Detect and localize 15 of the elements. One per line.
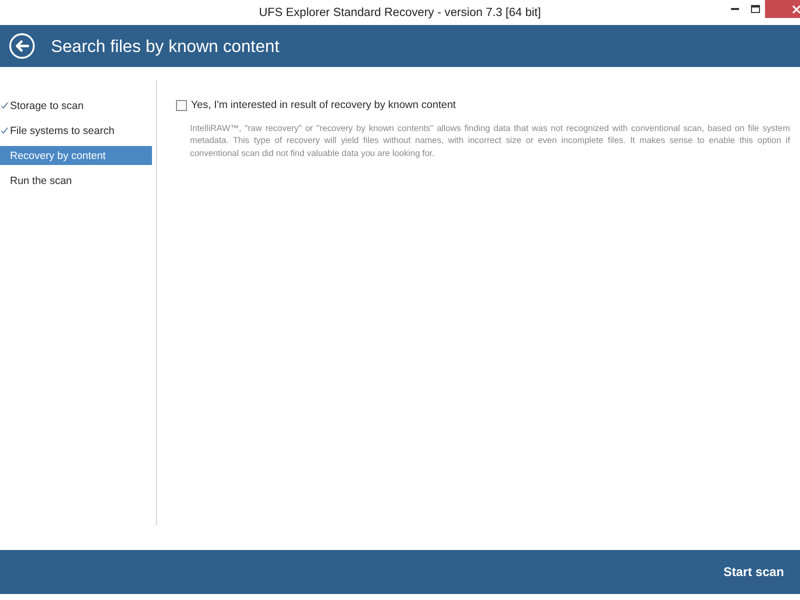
page-title: Search files by known content (51, 36, 280, 56)
close-icon (790, 4, 800, 14)
sidebar-step[interactable]: Run the scan (10, 171, 152, 190)
back-button[interactable] (9, 33, 35, 59)
sidebar-step[interactable]: File systems to search (10, 121, 152, 140)
maximize-icon (750, 5, 760, 13)
checkbox[interactable] (176, 100, 187, 110)
sidebar-step[interactable]: Storage to scan (10, 96, 152, 115)
close-button[interactable] (765, 0, 800, 18)
sidebar-step[interactable]: Recovery by content (0, 146, 152, 165)
checkbox-label: Yes, I'm interested in result of recovery by known content (191, 99, 456, 111)
minimize-icon (731, 8, 739, 10)
start-scan-button[interactable]: Start scan (724, 559, 784, 585)
description-text: IntelliRAW™, "raw recovery" or "recovery by known contents" allows finding data that was not recognized with conventional scan, based on file system metadata. This type of recovery will yield files without names, with incorrect size or even incomplete files. It makes sense to enable this option if conventional scan did not find valuable data you are looking for. (190, 122, 790, 160)
window-title: UFS Explorer Standard Recovery - version 7.3 [64 bit] (259, 5, 541, 19)
